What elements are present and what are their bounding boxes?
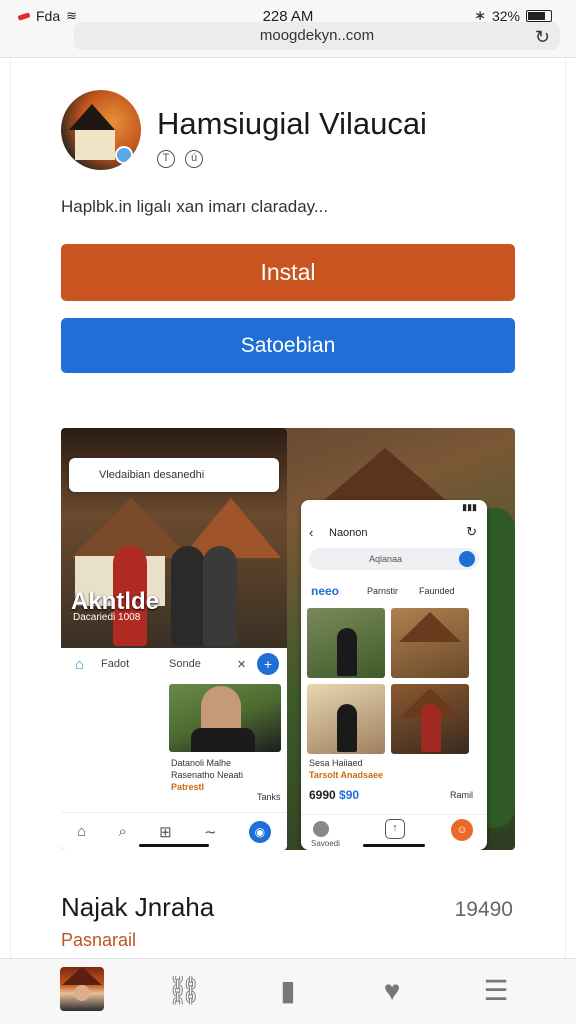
install-button[interactable]: Instal [61,244,515,301]
refresh-icon: ↻ [466,524,477,539]
tab-label: neeo [311,584,340,598]
card-info: Patrestl [171,782,205,792]
home-indicator [363,844,425,847]
menu-icon[interactable]: ☰ [474,969,518,1013]
right-side-label: Ramil [449,790,473,800]
photo-tile [307,684,385,754]
photo-tile [307,608,385,678]
right-price: 6990 $90 [309,788,359,802]
tab-label: Parnstir [367,586,399,596]
card-body [191,728,255,752]
avatar-face [74,985,90,1001]
right-info: Tarsolt Anadsaee [309,770,384,780]
person-figure [171,546,205,646]
action-label: Sonde [169,658,201,670]
trend-icon: ∼ [203,823,217,841]
library-icon[interactable]: ▮ [266,969,310,1013]
right-search: Aqlanaa [309,548,479,570]
heart-icon[interactable]: ♥ [370,969,414,1013]
screenshot-gallery[interactable]: ⇧ Vledaibian desanedhi Akntlde Dacariedi… [61,428,515,850]
developer-name[interactable]: Najak Jnraha [61,892,214,923]
photo-tile [391,684,469,754]
tab-label: Faunded [419,586,455,596]
link-icon[interactable]: ⛓ [162,969,206,1013]
screenshot-right[interactable]: ▮▮▮ ‹ Naonon ↻ Aqlanaa neeo Parnstir Fau… [301,500,487,850]
url-text: moogdekyn..com [259,27,375,44]
app-title: Hamsiugial Vilaucai [157,106,427,141]
browser-topbar: Fda ≋ 228 AM ∗ 32% moogdekyn..com ↻ [0,0,576,58]
right-header: ‹ Naonon ↻ [301,520,487,546]
right-tabs: neeo Parnstir Faunded [309,582,479,604]
account-icon [313,821,329,837]
info-icon[interactable]: T [157,150,175,168]
tile-figure [421,704,441,752]
home-indicator [139,844,209,847]
tile-figure [337,628,357,676]
app-icon-roof [69,104,115,130]
app-subtitle: Haplbk.in ligalı xan imarı claraday... [61,197,329,216]
card-info: Datanoli Malhe [171,758,232,768]
app-page: Hamsiugial Vilaucai T ú Haplbk.in ligalı… [10,60,566,960]
rating-icon[interactable]: ú [185,150,203,168]
chat-bubble-icon [115,146,133,164]
card-info: Tanks [257,792,281,802]
developer-count: 19490 [454,898,513,921]
tile-roof [399,612,461,642]
card-info: Rasenatho Neaati [171,770,244,780]
app-icon-wall [75,130,115,160]
profile-avatar[interactable] [60,967,104,1011]
developer-tag[interactable]: Pasnarail [61,930,136,951]
action-label: Fadot [101,658,130,670]
action-bar: ⌂ Fadot Sonde ✕ + [61,650,287,680]
reload-icon[interactable]: ↻ [535,23,550,51]
upload-icon: ↑ [385,819,405,839]
bottom-nav: ⛓ ▮ ♥ ☰ [0,958,576,1024]
search-icon: ⌕ [118,823,127,840]
battery-icon [526,9,552,22]
secondary-button[interactable]: Satoebian [61,318,515,373]
app-icon [61,90,141,170]
account-label: Savoedi [311,839,340,848]
emoji-icon: ☺ [451,819,473,841]
right-info: Sesa Haiiaed [309,758,363,768]
screenshot-left[interactable]: ⇧ Vledaibian desanedhi Akntlde Dacariedi… [61,428,287,850]
back-icon: ‹ [309,525,314,540]
url-bar[interactable]: moogdekyn..com ↻ [74,22,560,50]
overlay-subtitle: Dacariedi 1008 [73,612,141,623]
price-value: 6990 [309,788,336,802]
right-title: Naonon [329,527,368,539]
gallery-roof [315,448,455,508]
home-icon: ⌂ [77,823,87,840]
app-meta-icons: T ú [157,150,203,168]
photo-tile [391,608,469,678]
price-highlight: $90 [339,788,360,802]
close-icon: ✕ [237,659,247,671]
search-banner: Vledaibian desanedhi [69,458,279,492]
add-icon: + [257,653,279,675]
tile-figure [337,704,357,752]
search-go-icon [459,551,475,567]
profile-icon: ◉ [248,820,271,843]
avatar-roof [62,967,102,985]
person-figure [203,546,237,646]
plus-square-icon: ⊞ [159,823,172,841]
home-icon: ⌂ [75,656,85,673]
right-status: ▮▮▮ [462,502,477,512]
right-search-text: Aqlanaa [369,554,403,564]
